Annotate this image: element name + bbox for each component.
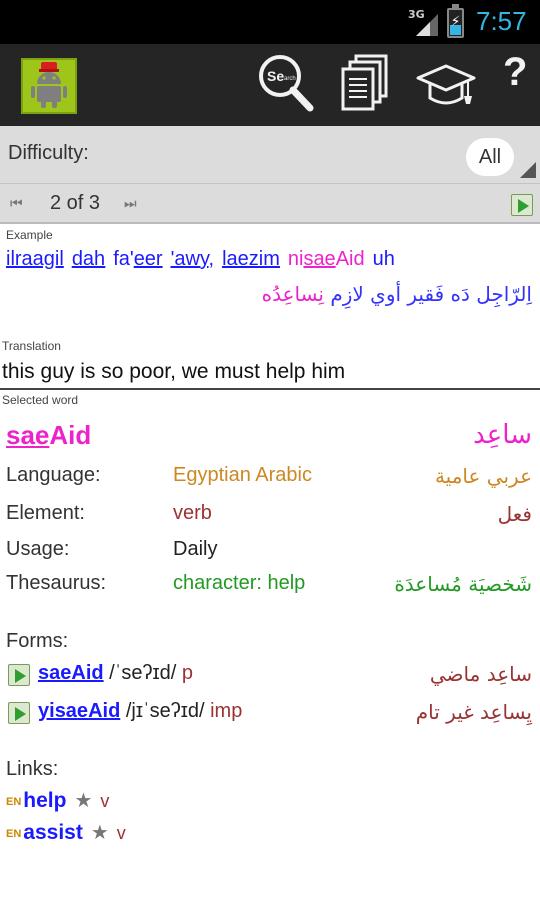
translation-label: Translation [2,339,61,353]
form-ipa: /jɪˈseʔɪd/ [120,700,211,722]
links-label: Links: [6,758,59,780]
selected-word-rest: Aid [49,420,92,450]
difficulty-filter-bar: Difficulty: [0,126,540,184]
detail-value: Egyptian Arabic [173,464,312,486]
form-word[interactable]: yisaeAid [38,700,120,722]
form-item: yisaeAid /jɪˈseʔɪd/ imp [38,700,242,723]
example-word: nisaeAid [287,248,365,270]
pager-position: 2 of 3 [50,192,101,214]
form-item: saeAid /ˈseʔɪd/ p [38,662,193,685]
difficulty-select[interactable]: All [466,138,514,176]
detail-arabic: فعل [497,502,532,526]
detail-value: Daily [173,538,218,560]
app-icon[interactable] [21,58,77,114]
example-word[interactable]: 'awy, [171,248,214,270]
detail-arabic: عربي عامية [434,464,532,488]
translation-text: this guy is so poor, we must help him [2,360,346,383]
example-word: fa'eer [113,248,163,270]
part-of-speech: v [100,791,110,811]
form-arabic: ساعِد ماضي [429,662,532,686]
play-form-button[interactable] [8,664,30,686]
language-badge: EN [6,828,22,840]
detail-label: Element: [6,502,85,524]
form-arabic: يِساعِد غير تام [415,700,532,724]
detail-label: Thesaurus: [6,572,107,594]
link-item[interactable]: ENassist ★ v [6,820,126,845]
link-word[interactable]: help [23,789,66,812]
detail-label: Usage: [6,538,70,560]
example-word[interactable]: dah [72,248,105,270]
link-word[interactable]: assist [23,821,83,844]
signal-icon [416,14,438,36]
example-word: ilraagil [6,248,64,270]
play-form-button[interactable] [8,702,30,724]
previous-icon[interactable]: ⏮ [10,196,22,212]
android-robot-icon [31,62,67,108]
example-word: uh [372,248,395,270]
part-of-speech: v [116,823,126,843]
graduation-cap-icon[interactable] [414,52,476,114]
detail-value[interactable]: character: help [173,572,305,595]
star-icon[interactable]: ★ [74,790,92,812]
link-item[interactable]: ENhelp ★ v [6,788,109,813]
clock: 7:57 [476,6,527,36]
dropdown-arrow-icon [520,162,536,178]
selected-word[interactable]: saeAid [6,420,91,451]
detail-label: Language: [6,464,101,486]
documents-icon[interactable] [336,52,398,114]
svg-text:Se: Se [267,68,284,84]
star-icon[interactable]: ★ [91,822,109,844]
selected-word-arabic: ساعِد [473,420,532,450]
selected-word-label: Selected word [2,393,79,407]
selected-word-underlined: sae [6,420,50,450]
language-badge: EN [6,796,22,808]
example-arabic-text: اِلرّاجِل دَه فَقير أوي لازِم [330,282,532,306]
form-tag: imp [210,700,243,722]
example-sentence: ilraagil dah fa'eer 'awy, laezim nisaeAid uh [6,248,403,271]
detail-value: verb [173,502,212,524]
example-arabic-focus: نِساعِد [272,282,324,306]
forms-label: Forms: [6,630,69,652]
svg-text:arch: arch [284,76,296,82]
play-example-button[interactable] [511,194,533,216]
form-word[interactable]: saeAid [38,662,104,684]
help-icon[interactable]: ? [503,50,527,95]
example-label: Example [6,228,53,242]
status-bar: 3G ⚡ 7:57 [0,0,540,44]
detail-arabic: شَخصيَة مُساعدَة [394,572,532,596]
search-icon[interactable]: Se arch [254,52,316,114]
example-word[interactable]: laezim [222,248,280,270]
form-ipa: /ˈseʔɪd/ [103,662,182,684]
example-arabic: اِلرّاجِل دَه فَقير أوي لازِم نِساعِدُه [262,282,532,306]
divider [0,388,540,390]
form-tag: p [181,662,193,684]
difficulty-label: Difficulty: [8,142,89,164]
example-arabic-suffix: ُه [261,282,273,306]
battery-icon: ⚡ [447,4,464,38]
next-icon[interactable]: ⏭ [124,196,136,212]
